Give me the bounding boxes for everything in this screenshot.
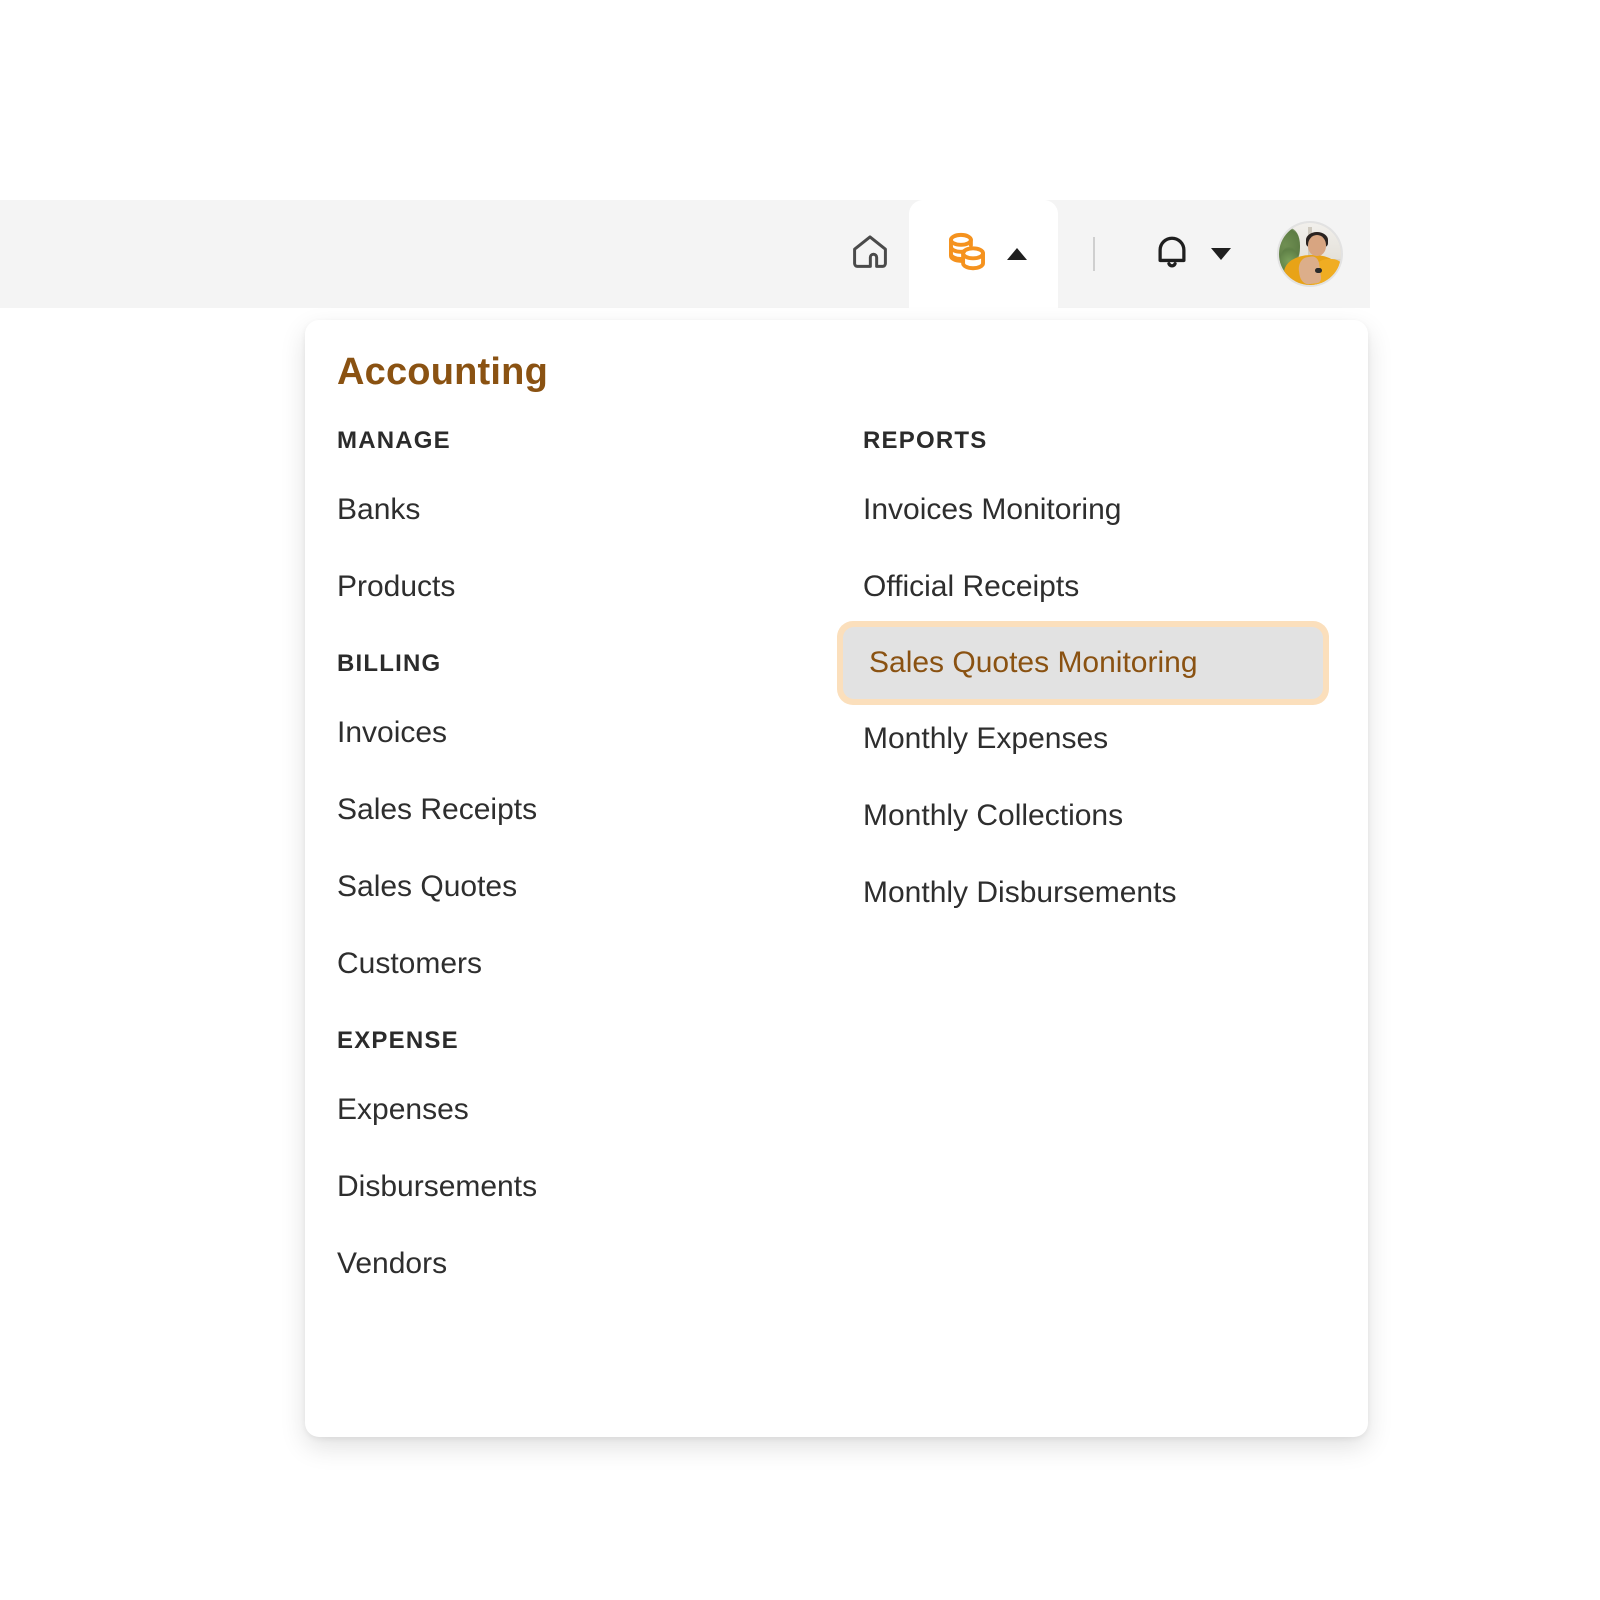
home-button[interactable] (831, 200, 909, 308)
coins-icon (941, 226, 993, 283)
menu-left-column: MANAGE Banks Products BILLING Invoices S… (337, 424, 837, 1288)
menu-item-sales-receipts[interactable]: Sales Receipts (337, 786, 837, 834)
menu-item-sales-quotes-monitoring-highlight[interactable]: Sales Quotes Monitoring (837, 621, 1329, 705)
home-icon (849, 231, 891, 278)
avatar (1279, 223, 1341, 285)
menu-item-disbursements[interactable]: Disbursements (337, 1163, 837, 1211)
menu-item-invoices-monitoring[interactable]: Invoices Monitoring (863, 486, 1343, 534)
top-navigation-bar (0, 200, 1370, 308)
notifications-button[interactable] (1130, 200, 1250, 308)
menu-item-customers[interactable]: Customers (337, 940, 837, 988)
section-heading-billing: BILLING (337, 650, 442, 677)
menu-item-monthly-expenses[interactable]: Monthly Expenses (863, 715, 1343, 763)
section-heading-reports: REPORTS (863, 427, 988, 454)
section-heading-expense: EXPENSE (337, 1027, 459, 1054)
user-avatar-button[interactable] (1250, 200, 1370, 308)
menu-item-expenses[interactable]: Expenses (337, 1086, 837, 1134)
menu-item-invoices[interactable]: Invoices (337, 709, 837, 757)
page-title: Accounting (337, 351, 548, 393)
caret-down-icon[interactable] (1211, 248, 1231, 260)
caret-up-icon (1006, 248, 1027, 260)
menu-item-sales-quotes[interactable]: Sales Quotes (337, 863, 837, 911)
bell-icon (1149, 229, 1195, 280)
section-heading-manage: MANAGE (337, 427, 451, 454)
tab-accounting[interactable] (909, 200, 1058, 308)
menu-item-official-receipts[interactable]: Official Receipts (863, 563, 1343, 611)
accounting-dropdown-panel: Accounting MANAGE Banks Products BILLING… (305, 320, 1368, 1437)
menu-item-banks[interactable]: Banks (337, 486, 837, 534)
screen: Accounting MANAGE Banks Products BILLING… (0, 0, 1600, 1600)
menu-right-column: REPORTS Invoices Monitoring Official Rec… (837, 424, 1343, 917)
menu-item-products[interactable]: Products (337, 563, 837, 611)
menu-item-vendors[interactable]: Vendors (337, 1240, 837, 1288)
menu-item-sales-quotes-monitoring[interactable]: Sales Quotes Monitoring (869, 648, 1198, 678)
toolbar-divider (1058, 200, 1130, 308)
menu-item-monthly-collections[interactable]: Monthly Collections (863, 792, 1343, 840)
menu-item-monthly-disbursements[interactable]: Monthly Disbursements (863, 869, 1343, 917)
